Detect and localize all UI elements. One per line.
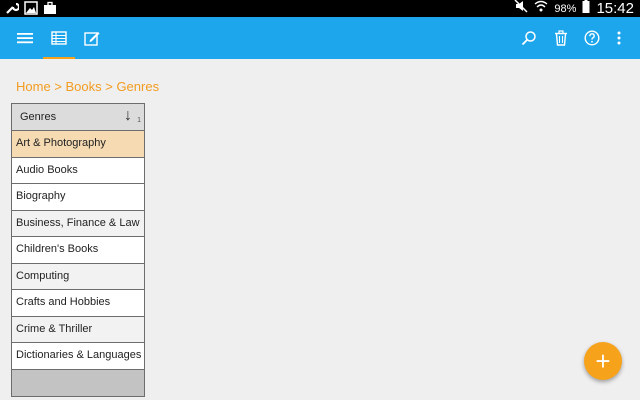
sort-arrow-icon[interactable]: ↓ (124, 107, 132, 125)
list-item[interactable]: Audio Books (12, 158, 144, 184)
list-item[interactable]: Biography (12, 184, 144, 211)
search-icon[interactable] (516, 17, 542, 59)
list-header-label: Genres (20, 111, 57, 123)
list-footer (12, 369, 144, 396)
action-bar (0, 17, 640, 59)
active-tab-indicator (43, 57, 75, 59)
mute-icon (514, 0, 528, 18)
delete-icon[interactable] (548, 17, 574, 59)
table-view-icon[interactable] (46, 17, 72, 59)
list-item[interactable]: Crime & Thriller (12, 316, 144, 343)
plus-icon: + (595, 346, 611, 376)
list-item[interactable]: Business, Finance & Law (12, 210, 144, 237)
list-item[interactable]: Children's Books (12, 237, 144, 264)
clock: 15:42 (596, 0, 634, 17)
list-item[interactable]: Dictionaries & Languages (12, 343, 144, 370)
edit-icon[interactable] (79, 17, 105, 59)
sort-order-number: 1 (137, 117, 141, 124)
genres-list: Genres ↓ 1 Art & Photography Audio Books… (11, 103, 145, 397)
battery-icon (582, 0, 590, 18)
status-bar: 98% 15:42 (0, 0, 640, 17)
add-button[interactable]: + (584, 342, 622, 380)
wifi-icon (534, 0, 548, 18)
menu-icon[interactable] (12, 17, 38, 59)
list-header-genres[interactable]: Genres ↓ 1 (12, 104, 144, 131)
battery-percent: 98% (554, 2, 577, 15)
overflow-icon[interactable] (608, 17, 630, 59)
list-item[interactable]: Computing (12, 263, 144, 290)
list-item[interactable]: Art & Photography (12, 131, 144, 158)
help-icon[interactable] (579, 17, 605, 59)
breadcrumb[interactable]: Home > Books > Genres (16, 79, 159, 94)
list-item[interactable]: Crafts and Hobbies (12, 290, 144, 317)
